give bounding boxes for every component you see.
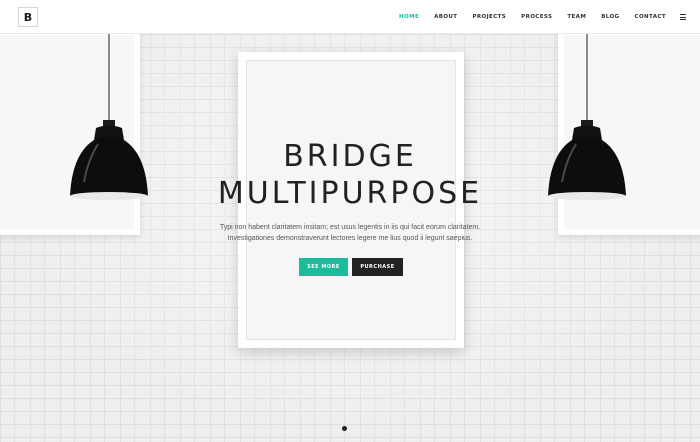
nav-item-blog[interactable]: BLOG [601, 14, 619, 20]
hero-title-line2: MULTIPURPOSE [217, 176, 483, 211]
hero-slider: BRIDGE MULTIPURPOSE Typi non habent clar… [0, 34, 700, 442]
nav-item-process[interactable]: PROCESS [521, 14, 552, 20]
purchase-button[interactable]: PURCHASE [352, 258, 403, 276]
hamburger-icon[interactable] [680, 14, 686, 20]
see-more-button[interactable]: SEE MORE [299, 258, 348, 276]
hero-title-line1: BRIDGE [283, 139, 417, 174]
nav-item-about[interactable]: ABOUT [434, 14, 457, 20]
main-nav: HOME ABOUT PROJECTS PROCESS TEAM BLOG CO… [384, 0, 686, 34]
nav-item-home[interactable]: HOME [399, 14, 419, 20]
nav-item-contact[interactable]: CONTACT [635, 14, 666, 20]
nav-item-team[interactable]: TEAM [567, 14, 586, 20]
nav-item-projects[interactable]: PROJECTS [472, 14, 506, 20]
site-logo[interactable]: B [18, 7, 38, 27]
slider-dot[interactable] [342, 426, 347, 431]
hero-text-line2: Investigationes demonstraverunt lectores… [227, 235, 473, 242]
site-header: B HOME ABOUT PROJECTS PROCESS TEAM BLOG … [0, 0, 700, 34]
hero-text-line1: Typi non habent claritatem insitam; est … [219, 224, 481, 231]
